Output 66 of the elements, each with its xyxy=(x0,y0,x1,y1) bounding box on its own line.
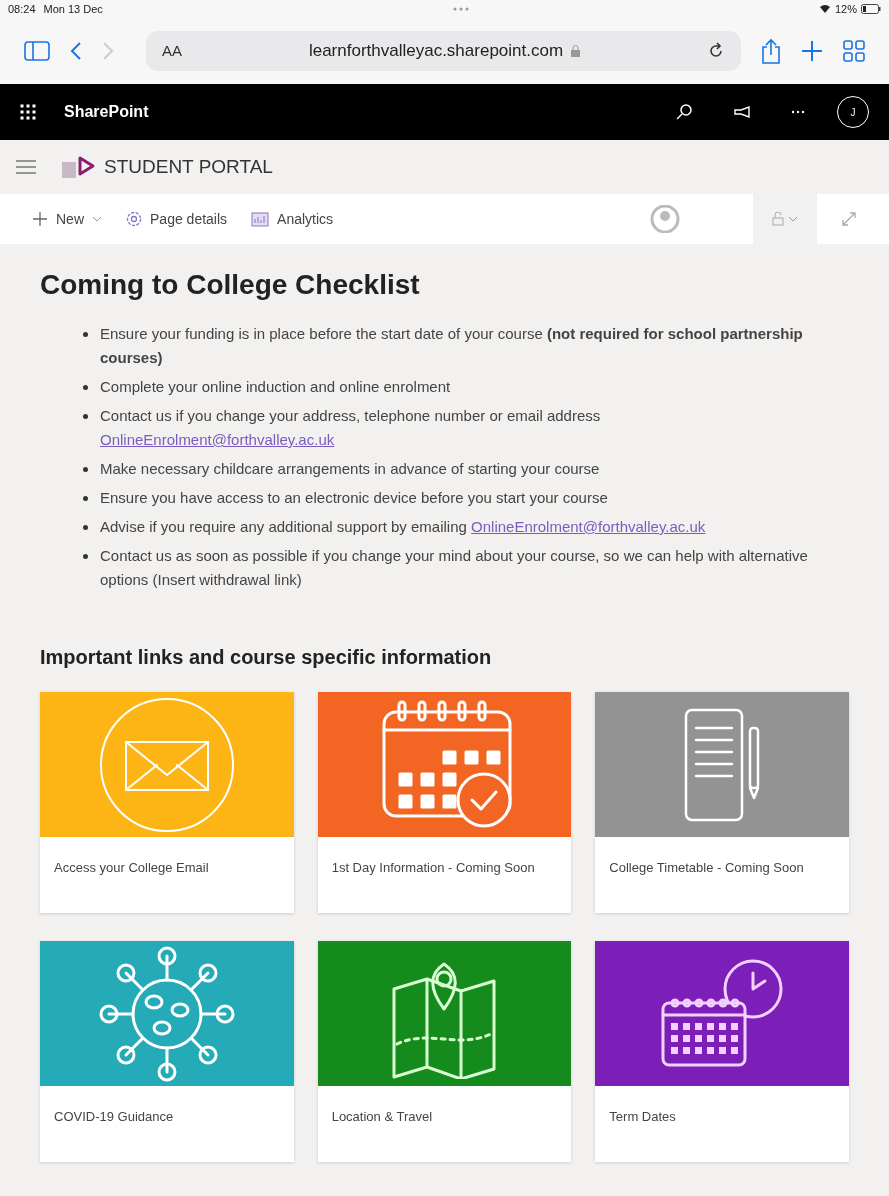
search-icon[interactable] xyxy=(675,103,693,121)
chevron-down-icon xyxy=(92,216,102,222)
link-tile[interactable]: Access your College Email xyxy=(40,692,294,913)
tile-label: Term Dates xyxy=(609,1109,676,1124)
site-title[interactable]: STUDENT PORTAL xyxy=(104,152,273,182)
status-date: Mon 13 Dec xyxy=(43,1,103,17)
email-link[interactable]: OnlineEnrolment@forthvalley.ac.uk xyxy=(471,518,706,535)
more-icon[interactable] xyxy=(791,110,805,114)
college-logo-icon xyxy=(60,154,96,180)
more-dots-icon xyxy=(452,7,469,11)
checklist-item: Complete your online induction and online enrolment xyxy=(100,377,451,397)
email-link[interactable]: OnlineEnrolment@forthvalley.ac.uk xyxy=(100,431,335,448)
plus-icon xyxy=(32,211,48,227)
tile-label: College Timetable - Coming Soon xyxy=(609,860,804,875)
command-button[interactable]: New xyxy=(32,208,102,230)
battery-percent: 12% xyxy=(834,1,857,17)
wifi-icon xyxy=(818,4,831,14)
forward-icon xyxy=(102,41,114,61)
checklist-item: Ensure your funding is in place before the start date of your course (not required for school partnership courses) xyxy=(100,324,804,368)
link-tile[interactable]: College Timetable - Coming Soon xyxy=(595,692,849,913)
checklist-item: Advise if you require any additional support by emailing OnlineEnrolment@forthvalley.ac.uk xyxy=(100,517,706,537)
link-tile[interactable]: COVID-19 Guidance xyxy=(40,941,294,1162)
bullet-icon xyxy=(83,525,88,530)
checklist-item: Ensure you have access to an electronic device before you start your course xyxy=(100,488,608,508)
battery-icon xyxy=(861,4,881,14)
command-button[interactable]: Page details xyxy=(126,208,228,230)
link-tile[interactable]: Location & Travel xyxy=(317,941,572,1162)
link-tile[interactable]: Term Dates xyxy=(595,941,849,1162)
envelope-icon xyxy=(98,696,235,833)
reload-icon[interactable] xyxy=(707,42,725,60)
bullet-icon xyxy=(83,385,88,390)
gear-icon xyxy=(126,211,142,227)
lock-icon xyxy=(571,45,581,57)
section-title: Important links and course specific information xyxy=(40,645,493,670)
share-icon[interactable] xyxy=(761,38,781,64)
bullet-icon xyxy=(83,554,88,559)
bullet-icon xyxy=(83,332,88,337)
url-text: learnforthvalleyac.sharepoint.com xyxy=(308,40,564,63)
megaphone-icon[interactable] xyxy=(733,105,751,119)
link-tile[interactable]: 1st Day Information - Coming Soon xyxy=(317,692,572,913)
command-button[interactable]: Analytics xyxy=(251,208,334,230)
status-time: 08:24 xyxy=(8,1,36,17)
menu-icon[interactable] xyxy=(16,160,36,174)
sidebar-icon[interactable] xyxy=(24,41,50,61)
back-icon[interactable] xyxy=(70,41,82,61)
app-launcher-icon[interactable] xyxy=(20,104,36,120)
bullet-icon xyxy=(83,496,88,501)
lock-icon xyxy=(772,212,784,226)
plus-icon[interactable] xyxy=(801,40,823,62)
chart-icon xyxy=(251,211,270,227)
tabs-grid-icon[interactable] xyxy=(843,40,865,62)
expand-icon[interactable] xyxy=(841,211,857,227)
address-bar[interactable]: AA learnforthvalleyac.sharepoint.com xyxy=(146,31,741,71)
checklist-title: Coming to College Checklist xyxy=(40,268,421,302)
bullet-icon xyxy=(83,414,88,419)
checklist-item: Make necessary childcare arrangements in advance of starting your course xyxy=(100,459,600,479)
chevron-down-icon xyxy=(788,216,798,222)
tile-label: Location & Travel xyxy=(331,1109,433,1124)
tile-label: Access your College Email xyxy=(54,860,209,875)
text-size-button[interactable]: AA xyxy=(162,39,182,63)
tile-label: COVID-19 Guidance xyxy=(54,1109,174,1124)
tile-label: 1st Day Information - Coming Soon xyxy=(331,860,535,875)
checklist-item: Contact us as soon as possible if you change your mind about your course, so we can help with alternative options (Insert withdrawal link) xyxy=(100,546,809,590)
bullet-icon xyxy=(83,467,88,472)
app-name[interactable]: SharePoint xyxy=(64,100,149,124)
checklist-item: Contact us if you change your address, telephone number or email address OnlineEnrolment@forthvalley.ac.uk xyxy=(100,406,602,450)
